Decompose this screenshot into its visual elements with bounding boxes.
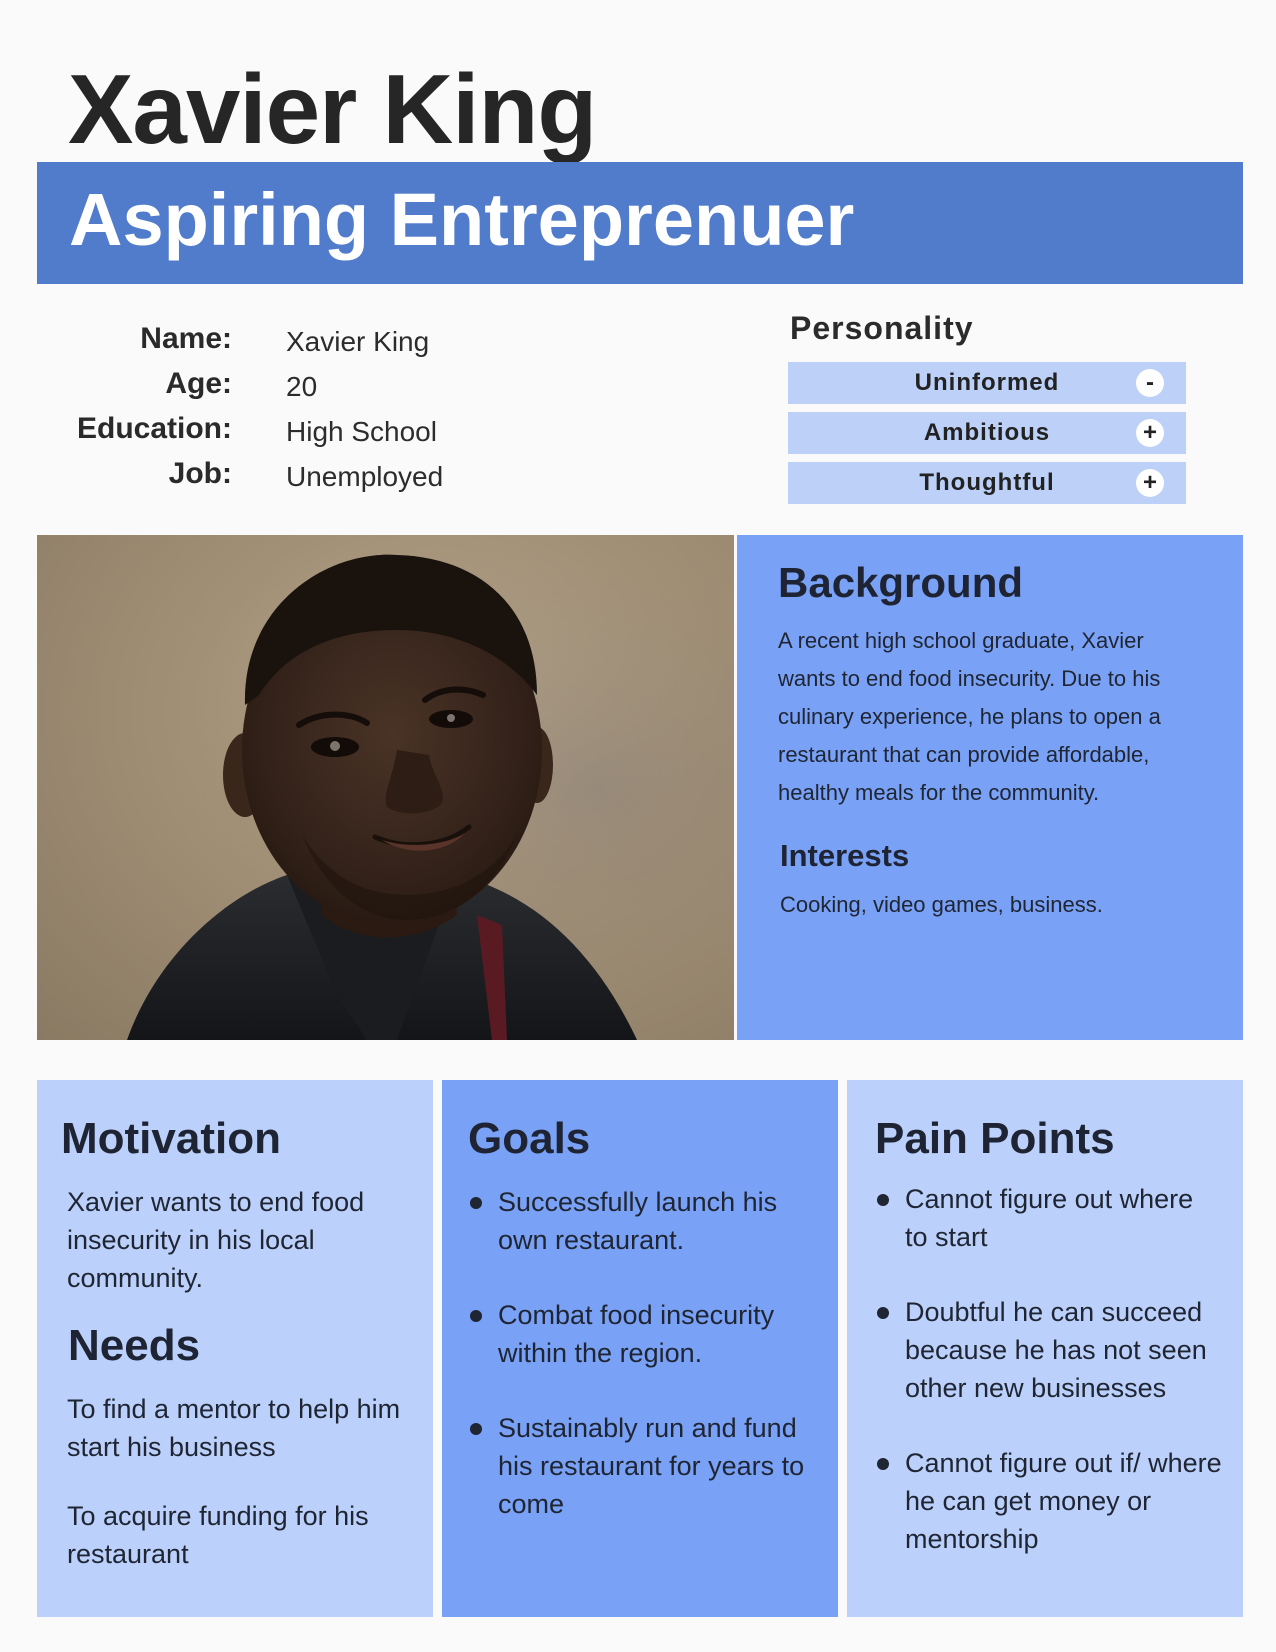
pain-point-text: Doubtful he can succeed because he has n…: [905, 1297, 1207, 1403]
plus-icon: +: [1136, 419, 1164, 447]
goal-text: Successfully launch his own restaurant.: [498, 1187, 778, 1255]
trait-bar-ambitious: Ambitious +: [788, 412, 1186, 454]
motivation-title: Motivation: [61, 1114, 281, 1163]
list-item: Sustainably run and fund his restaurant …: [470, 1409, 820, 1523]
needs-item-2: To acquire funding for his restaurant: [67, 1501, 369, 1569]
personality-title: Personality: [790, 310, 974, 346]
needs-title: Needs: [68, 1321, 201, 1370]
goals-list: Successfully launch his own restaurant. …: [470, 1183, 820, 1560]
role-title: Aspiring Entreprenuer: [69, 178, 855, 261]
bullet-icon: [470, 1197, 482, 1209]
role-banner: Aspiring Entreprenuer: [37, 162, 1243, 284]
goals-card: Goals Successfully launch his own restau…: [442, 1080, 838, 1617]
bullet-icon: [470, 1310, 482, 1322]
info-label-job: Job:: [168, 457, 232, 490]
pain-point-text: Cannot figure out where to start: [905, 1184, 1194, 1252]
bullet-icon: [877, 1194, 889, 1206]
info-label-education: Education:: [77, 412, 232, 445]
list-item: Successfully launch his own restaurant.: [470, 1183, 820, 1259]
interests-text: Cooking, video games, business.: [780, 892, 1103, 917]
background-text: A recent high school graduate, Xavier wa…: [778, 628, 1161, 805]
info-value-job: Unemployed: [286, 461, 444, 492]
trait-label: Uninformed: [914, 369, 1060, 396]
motivation-text: Xavier wants to end food insecurity in h…: [67, 1187, 365, 1293]
interests-title: Interests: [780, 838, 910, 873]
info-label-age: Age:: [165, 367, 232, 400]
trait-bar-uninformed: Uninformed -: [788, 362, 1186, 404]
list-item: Cannot figure out where to start: [877, 1180, 1222, 1256]
portrait-illustration: [37, 535, 734, 1040]
pain-point-text: Cannot figure out if/ where he can get m…: [905, 1448, 1222, 1554]
persona-name-title: Xavier King: [68, 54, 597, 164]
bullet-icon: [877, 1307, 889, 1319]
info-value-age: 20: [286, 371, 318, 402]
bullet-icon: [877, 1458, 889, 1470]
list-item: Cannot figure out if/ where he can get m…: [877, 1444, 1222, 1558]
minus-icon: -: [1136, 369, 1164, 397]
trait-label: Ambitious: [923, 419, 1051, 446]
info-label-name: Name:: [140, 322, 232, 355]
motivation-card: Motivation Xavier wants to end food inse…: [37, 1080, 433, 1617]
goal-text: Combat food insecurity within the region…: [498, 1300, 775, 1368]
pain-points-list: Cannot figure out where to start Doubtfu…: [877, 1180, 1222, 1595]
plus-icon: +: [1136, 469, 1164, 497]
info-value-name: Xavier King: [286, 326, 430, 357]
goal-text: Sustainably run and fund his restaurant …: [498, 1413, 805, 1519]
background-title: Background: [778, 559, 1024, 606]
pain-points-title: Pain Points: [875, 1114, 1115, 1163]
needs-item-1: To find a mentor to help him start his b…: [67, 1394, 401, 1462]
trait-bar-thoughtful: Thoughtful +: [788, 462, 1186, 504]
list-item: Doubtful he can succeed because he has n…: [877, 1293, 1222, 1407]
persona-photo: [37, 535, 734, 1040]
pain-points-card: Pain Points Cannot figure out where to s…: [847, 1080, 1243, 1617]
info-value-education: High School: [286, 416, 437, 447]
bullet-icon: [470, 1423, 482, 1435]
goals-title: Goals: [468, 1114, 591, 1163]
list-item: Combat food insecurity within the region…: [470, 1296, 820, 1372]
background-panel: Background A recent high school graduate…: [737, 535, 1243, 1040]
trait-label: Thoughtful: [919, 469, 1055, 496]
